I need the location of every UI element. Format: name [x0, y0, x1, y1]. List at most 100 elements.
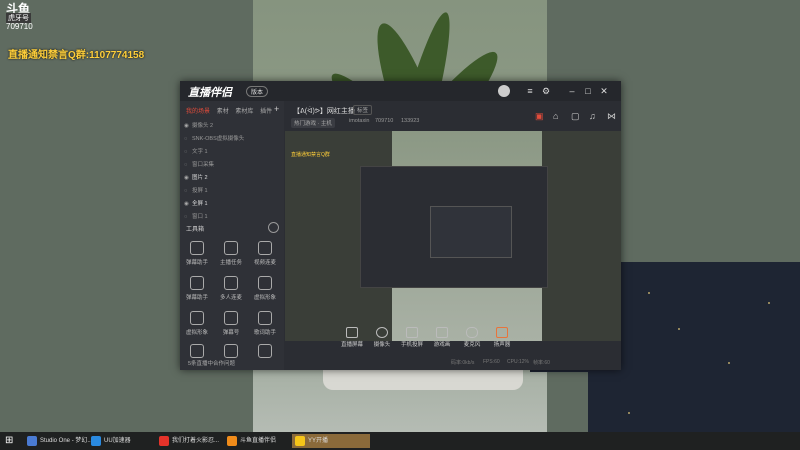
tab-plugins[interactable]: 插件 — [260, 109, 272, 115]
source-item[interactable]: ◉ 图片 2 — [184, 173, 276, 185]
download-icon — [224, 344, 238, 358]
task-icon — [224, 241, 238, 255]
game-capture-button[interactable]: 游戏画 — [429, 327, 455, 348]
source-item[interactable]: ◌ 投屏 1 — [184, 186, 276, 198]
phone-icon — [406, 327, 418, 338]
source-item[interactable]: ◌ SNK-OBS虚拟摄像头 — [184, 134, 276, 146]
eye-icon[interactable]: ◌ — [184, 162, 192, 168]
main-area: 【ᕕ(ᐛ)ᕗ】网红主播 标签 热门游戏 · 主机 imotaxin 709710… — [285, 101, 621, 370]
screen-capture-button[interactable]: 直播屏幕 — [339, 327, 365, 348]
toolbox-title: 工具箱 — [186, 227, 205, 233]
announcement-text: 直播通知禁言Q群:1107774158 — [8, 50, 145, 61]
source-item[interactable]: ◉ 全屏 1 — [184, 199, 276, 211]
close-icon[interactable]: ✕ — [598, 85, 610, 97]
speaker-icon — [496, 327, 508, 338]
room-category[interactable]: 热门游戏 · 主机 — [291, 118, 335, 128]
danmu-icon — [190, 276, 204, 290]
video-icon — [258, 241, 272, 255]
stat-framerate: 帧率:60 — [533, 360, 550, 366]
multi-user-icon — [224, 276, 238, 290]
eye-icon[interactable]: ◉ — [184, 175, 192, 181]
room-fans: 133923 — [401, 118, 420, 124]
tool-task[interactable]: 主播任务 — [216, 241, 246, 266]
phone-cast-button[interactable]: 手机投屏 — [399, 327, 425, 348]
tool-danmu[interactable]: 弹幕助手 — [182, 241, 212, 266]
camera-icon — [376, 327, 388, 338]
taskbar-item[interactable]: Studio One - 梦幻... — [24, 434, 98, 448]
screen-icon — [346, 327, 358, 338]
studio-one-icon — [27, 436, 37, 446]
camera-button[interactable]: 摄像头 — [369, 327, 395, 348]
tool-avatar-2[interactable]: 虚拟形象 — [182, 311, 212, 336]
windows-start-icon[interactable]: ⊞ — [5, 435, 13, 446]
eye-icon[interactable]: ◌ — [184, 136, 192, 142]
tool-danmu-2[interactable]: 弹幕助手 — [182, 276, 212, 301]
tab-scenes[interactable]: 我的场景 — [186, 109, 210, 115]
minimize-icon[interactable]: – — [566, 85, 578, 97]
tool-extra-3[interactable] — [250, 344, 280, 361]
tool-video-link[interactable]: 视频连麦 — [250, 241, 280, 266]
yy-icon — [295, 436, 305, 446]
gift-icon — [190, 344, 204, 358]
tool-danmu-num[interactable]: 弹幕号 — [216, 311, 246, 336]
live-companion-window: 直播伴侣 版本 ≡ ⚙ – □ ✕ 我的场景 素材 素材库 插件 + ◉ 摄像头 … — [180, 81, 621, 370]
eye-icon[interactable]: ◌ — [184, 149, 192, 155]
eye-icon[interactable]: ◌ — [184, 214, 192, 220]
tool-multi-link[interactable]: 多人连麦 — [216, 276, 246, 301]
avatar-icon — [190, 311, 204, 325]
source-item[interactable]: ◌ 文字 1 — [184, 147, 276, 159]
eye-icon[interactable]: ◉ — [184, 123, 192, 129]
more-icon[interactable] — [268, 222, 279, 233]
room-id: 709710 — [375, 118, 394, 124]
game-icon — [436, 327, 448, 338]
stat-cpu: CPU:12% — [507, 359, 529, 365]
menu-icon[interactable]: ≡ — [524, 85, 536, 97]
room-title[interactable]: 【ᕕ(ᐛ)ᕗ】网红主播 — [293, 106, 355, 116]
share-icon[interactable]: ⋈ — [607, 111, 616, 122]
add-icon[interactable]: + — [274, 104, 279, 114]
scene-panel: 我的场景 素材 素材库 插件 + ◉ 摄像头 2 ◌ SNK-OBS虚拟摄像头 ◌ 文… — [180, 101, 284, 370]
stat-fps: FPS:60 — [483, 359, 500, 365]
app-logo: 直播伴侣 — [188, 87, 232, 99]
room-tag[interactable]: 标签 — [353, 105, 373, 115]
source-item[interactable]: ◌ 窗口 1 — [184, 212, 276, 224]
taskbar-item[interactable]: UU加速器 — [88, 434, 162, 448]
source-item[interactable]: ◌ 窗口采集 — [184, 160, 276, 172]
speaker-button[interactable]: 扬声器 — [489, 327, 515, 348]
danmu-icon — [224, 311, 238, 325]
lock-icon[interactable]: ⌂ — [553, 111, 558, 121]
record-icon[interactable]: ▢ — [571, 111, 580, 122]
taskbar-item[interactable]: 我们打着火影忍... — [156, 434, 234, 448]
preview-banner: 直播通知禁言Q群 — [291, 152, 330, 158]
tool-lyrics[interactable]: 歌词助手 — [250, 311, 280, 336]
taskbar-item[interactable]: 斗鱼直播伴侣 — [224, 434, 302, 448]
title-bar: 直播伴侣 版本 ≡ ⚙ – □ ✕ — [180, 81, 621, 101]
settings-icon[interactable]: ⚙ — [540, 85, 552, 97]
tool-avatar[interactable]: 虚拟形象 — [250, 276, 280, 301]
stream-preview[interactable]: 直播通知禁言Q群 — [285, 131, 621, 341]
browser-icon — [159, 436, 169, 446]
maximize-icon[interactable]: □ — [582, 85, 594, 97]
room-number: 709710 — [6, 22, 33, 31]
status-note[interactable]: 5条直播中合作问题 — [188, 359, 235, 367]
taskbar: ⊞ Studio One - 梦幻... UU加速器 我们打着火影忍... 斗鱼… — [0, 432, 800, 450]
taskbar-item[interactable]: YY开播 — [292, 434, 370, 448]
microphone-button[interactable]: 麦克风 — [459, 327, 485, 348]
avatar-icon — [258, 276, 272, 290]
bell-icon[interactable]: ♫ — [589, 111, 596, 121]
tab-material[interactable]: 素材 — [217, 109, 229, 115]
douyu-logo: 斗鱼 — [6, 2, 31, 16]
eye-icon[interactable]: ◌ — [184, 188, 192, 194]
avatar[interactable] — [498, 85, 510, 97]
eye-icon[interactable]: ◉ — [184, 201, 192, 207]
room-owner: imotaxin — [349, 118, 370, 124]
uu-icon — [91, 436, 101, 446]
source-item[interactable]: ◉ 摄像头 2 — [184, 121, 276, 133]
stat-bitrate: 码率:0kb/s — [451, 360, 475, 366]
gift-icon[interactable]: ▣ — [535, 111, 544, 122]
file-icon — [258, 344, 272, 358]
version-badge[interactable]: 版本 — [246, 86, 269, 97]
scene-tabs: 我的场景 素材 素材库 插件 — [186, 106, 277, 115]
lyrics-icon — [258, 311, 272, 325]
tab-library[interactable]: 素材库 — [235, 109, 253, 115]
